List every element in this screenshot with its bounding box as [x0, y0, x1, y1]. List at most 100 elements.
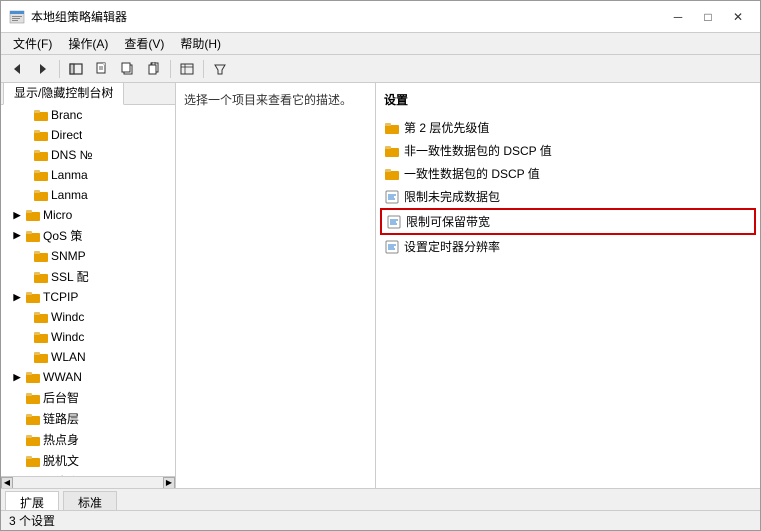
tree-item-wwan[interactable]: ▶ WWAN: [1, 367, 175, 387]
folder-icon-micro: [25, 207, 41, 223]
description-text: 选择一个项目来查看它的描述。: [184, 91, 367, 110]
settings-title: 设置: [380, 91, 756, 108]
tree-label-ssl: SSL 配: [51, 268, 89, 285]
main-window: 本地组策略编辑器 ─ □ ✕ 文件(F) 操作(A) 查看(V) 帮助(H): [0, 0, 761, 531]
folder-icon-windc1: [33, 309, 49, 325]
hscroll-left-btn[interactable]: ◀: [1, 477, 13, 489]
folder-icon-branch: [33, 107, 49, 123]
tab-display-hide[interactable]: 显示/隐藏控制台树: [3, 83, 124, 105]
hscroll-right-btn[interactable]: ▶: [163, 477, 175, 489]
filter-button[interactable]: [208, 58, 232, 80]
settings-label-limit-incomplete: 限制未完成数据包: [404, 188, 500, 205]
right-panel: 选择一个项目来查看它的描述。 设置 第 2 层优先级值 非一致性数: [176, 83, 760, 488]
folder-icon-layer2: [384, 120, 400, 136]
settings-icon-set-timer: [384, 239, 400, 255]
tree-label-wlan: WLAN: [51, 350, 86, 364]
settings-label-limit-bandwidth: 限制可保留带宽: [406, 213, 490, 230]
tree-item-tcpip[interactable]: ▶ TCPIP: [1, 287, 175, 307]
toolbar-sep-1: [59, 60, 60, 78]
menu-file[interactable]: 文件(F): [5, 33, 60, 54]
status-text: 3 个设置: [9, 512, 55, 529]
folder-icon-tcpip: [25, 289, 41, 305]
title-bar: 本地组策略编辑器 ─ □ ✕: [1, 1, 760, 33]
app-icon: [9, 9, 25, 25]
settings-item-layer2[interactable]: 第 2 层优先级值: [380, 116, 756, 139]
forward-button[interactable]: [31, 58, 55, 80]
tree-item-branch[interactable]: Branc: [1, 105, 175, 125]
toolbar: [1, 55, 760, 83]
close-button[interactable]: ✕: [724, 6, 752, 28]
middle-panel: 选择一个项目来查看它的描述。: [176, 83, 376, 488]
expand-icon-direct: [17, 127, 33, 143]
hscroll-track[interactable]: [13, 477, 163, 488]
menu-view[interactable]: 查看(V): [116, 33, 172, 54]
window-title: 本地组策略编辑器: [31, 8, 127, 25]
properties-button[interactable]: [175, 58, 199, 80]
expand-icon-wlan: [17, 349, 33, 365]
tree-label-qos: QoS 策: [43, 227, 82, 244]
paste-button[interactable]: [142, 58, 166, 80]
tree-item-micro[interactable]: ▶ Micro: [1, 205, 175, 225]
tree-item-qos[interactable]: ▶ QoS 策: [1, 225, 175, 246]
settings-label-layer2: 第 2 层优先级值: [404, 119, 489, 136]
content-area: 显示/隐藏控制台树 Branc: [1, 83, 760, 488]
tree-item-windc2[interactable]: Windc: [1, 327, 175, 347]
tree-item-lanma2[interactable]: Lanma: [1, 185, 175, 205]
settings-item-set-timer[interactable]: 设置定时器分辨率: [380, 235, 756, 258]
tree-item-dns[interactable]: DNS №: [1, 145, 175, 165]
tree-label-wwan: WWAN: [43, 370, 82, 384]
settings-item-limit-bandwidth[interactable]: 限制可保留带宽: [380, 208, 756, 235]
tree-item-snmp[interactable]: SNMP: [1, 246, 175, 266]
menu-help[interactable]: 帮助(H): [172, 33, 229, 54]
settings-item-consistent-dscp[interactable]: 一致性数据包的 DSCP 值: [380, 162, 756, 185]
tree-item-ssl[interactable]: SSL 配: [1, 266, 175, 287]
tree-tab-bar: 显示/隐藏控制台树: [1, 83, 175, 105]
tree-panel: 显示/隐藏控制台树 Branc: [1, 83, 176, 488]
settings-item-limit-incomplete[interactable]: 限制未完成数据包: [380, 185, 756, 208]
maximize-button[interactable]: □: [694, 6, 722, 28]
folder-icon-qos: [25, 228, 41, 244]
expand-icon-standalone: [9, 453, 25, 469]
folder-icon-bgai: [25, 390, 41, 406]
expand-icon-qos: ▶: [9, 228, 25, 244]
tree-label-windc2: Windc: [51, 330, 84, 344]
tree-item-lanma1[interactable]: Lanma: [1, 165, 175, 185]
tree-item-linklayer[interactable]: 链路层: [1, 408, 175, 429]
new-button[interactable]: [90, 58, 114, 80]
folder-icon-inconsistent-dscp: [384, 143, 400, 159]
tree-label-standalone: 脱机文: [43, 452, 79, 469]
toolbar-sep-2: [170, 60, 171, 78]
expand-icon-ssl: [17, 269, 33, 285]
bottom-tabs: 扩展 标准: [1, 488, 760, 510]
folder-icon-windc2: [33, 329, 49, 345]
tree-item-standalone[interactable]: 脱机文: [1, 450, 175, 471]
tree-item-direct[interactable]: Direct: [1, 125, 175, 145]
menu-action[interactable]: 操作(A): [60, 33, 116, 54]
settings-label-inconsistent-dscp: 非一致性数据包的 DSCP 值: [404, 142, 552, 159]
expand-icon-windc1: [17, 309, 33, 325]
copy-button[interactable]: [116, 58, 140, 80]
tree-item-bgai[interactable]: 后台智: [1, 387, 175, 408]
tree-hscroll[interactable]: ◀ ▶: [1, 476, 175, 488]
settings-panel: 设置 第 2 层优先级值 非一致性数据包的 DSCP 值: [376, 83, 760, 488]
settings-label-consistent-dscp: 一致性数据包的 DSCP 值: [404, 165, 540, 182]
tree-label-snmp: SNMP: [51, 249, 86, 263]
expand-icon-hotspot: [9, 432, 25, 448]
settings-item-inconsistent-dscp[interactable]: 非一致性数据包的 DSCP 值: [380, 139, 756, 162]
minimize-button[interactable]: ─: [664, 6, 692, 28]
tree-label-branch: Branc: [51, 108, 82, 122]
back-button[interactable]: [5, 58, 29, 80]
status-bar: 3 个设置: [1, 510, 760, 530]
folder-icon-snmp: [33, 248, 49, 264]
expand-icon-tcpip: ▶: [9, 289, 25, 305]
show-button[interactable]: [64, 58, 88, 80]
tree-scroll[interactable]: Branc Direct DNS №: [1, 105, 175, 476]
expand-icon-linklayer: [9, 411, 25, 427]
tree-item-hotspot[interactable]: 热点身: [1, 429, 175, 450]
folder-icon-standalone: [25, 453, 41, 469]
tree-label-bgai: 后台智: [43, 389, 79, 406]
tree-label-lanma1: Lanma: [51, 168, 88, 182]
tree-item-windc1[interactable]: Windc: [1, 307, 175, 327]
tree-item-wlan[interactable]: WLAN: [1, 347, 175, 367]
tree-label-hotspot: 热点身: [43, 431, 79, 448]
